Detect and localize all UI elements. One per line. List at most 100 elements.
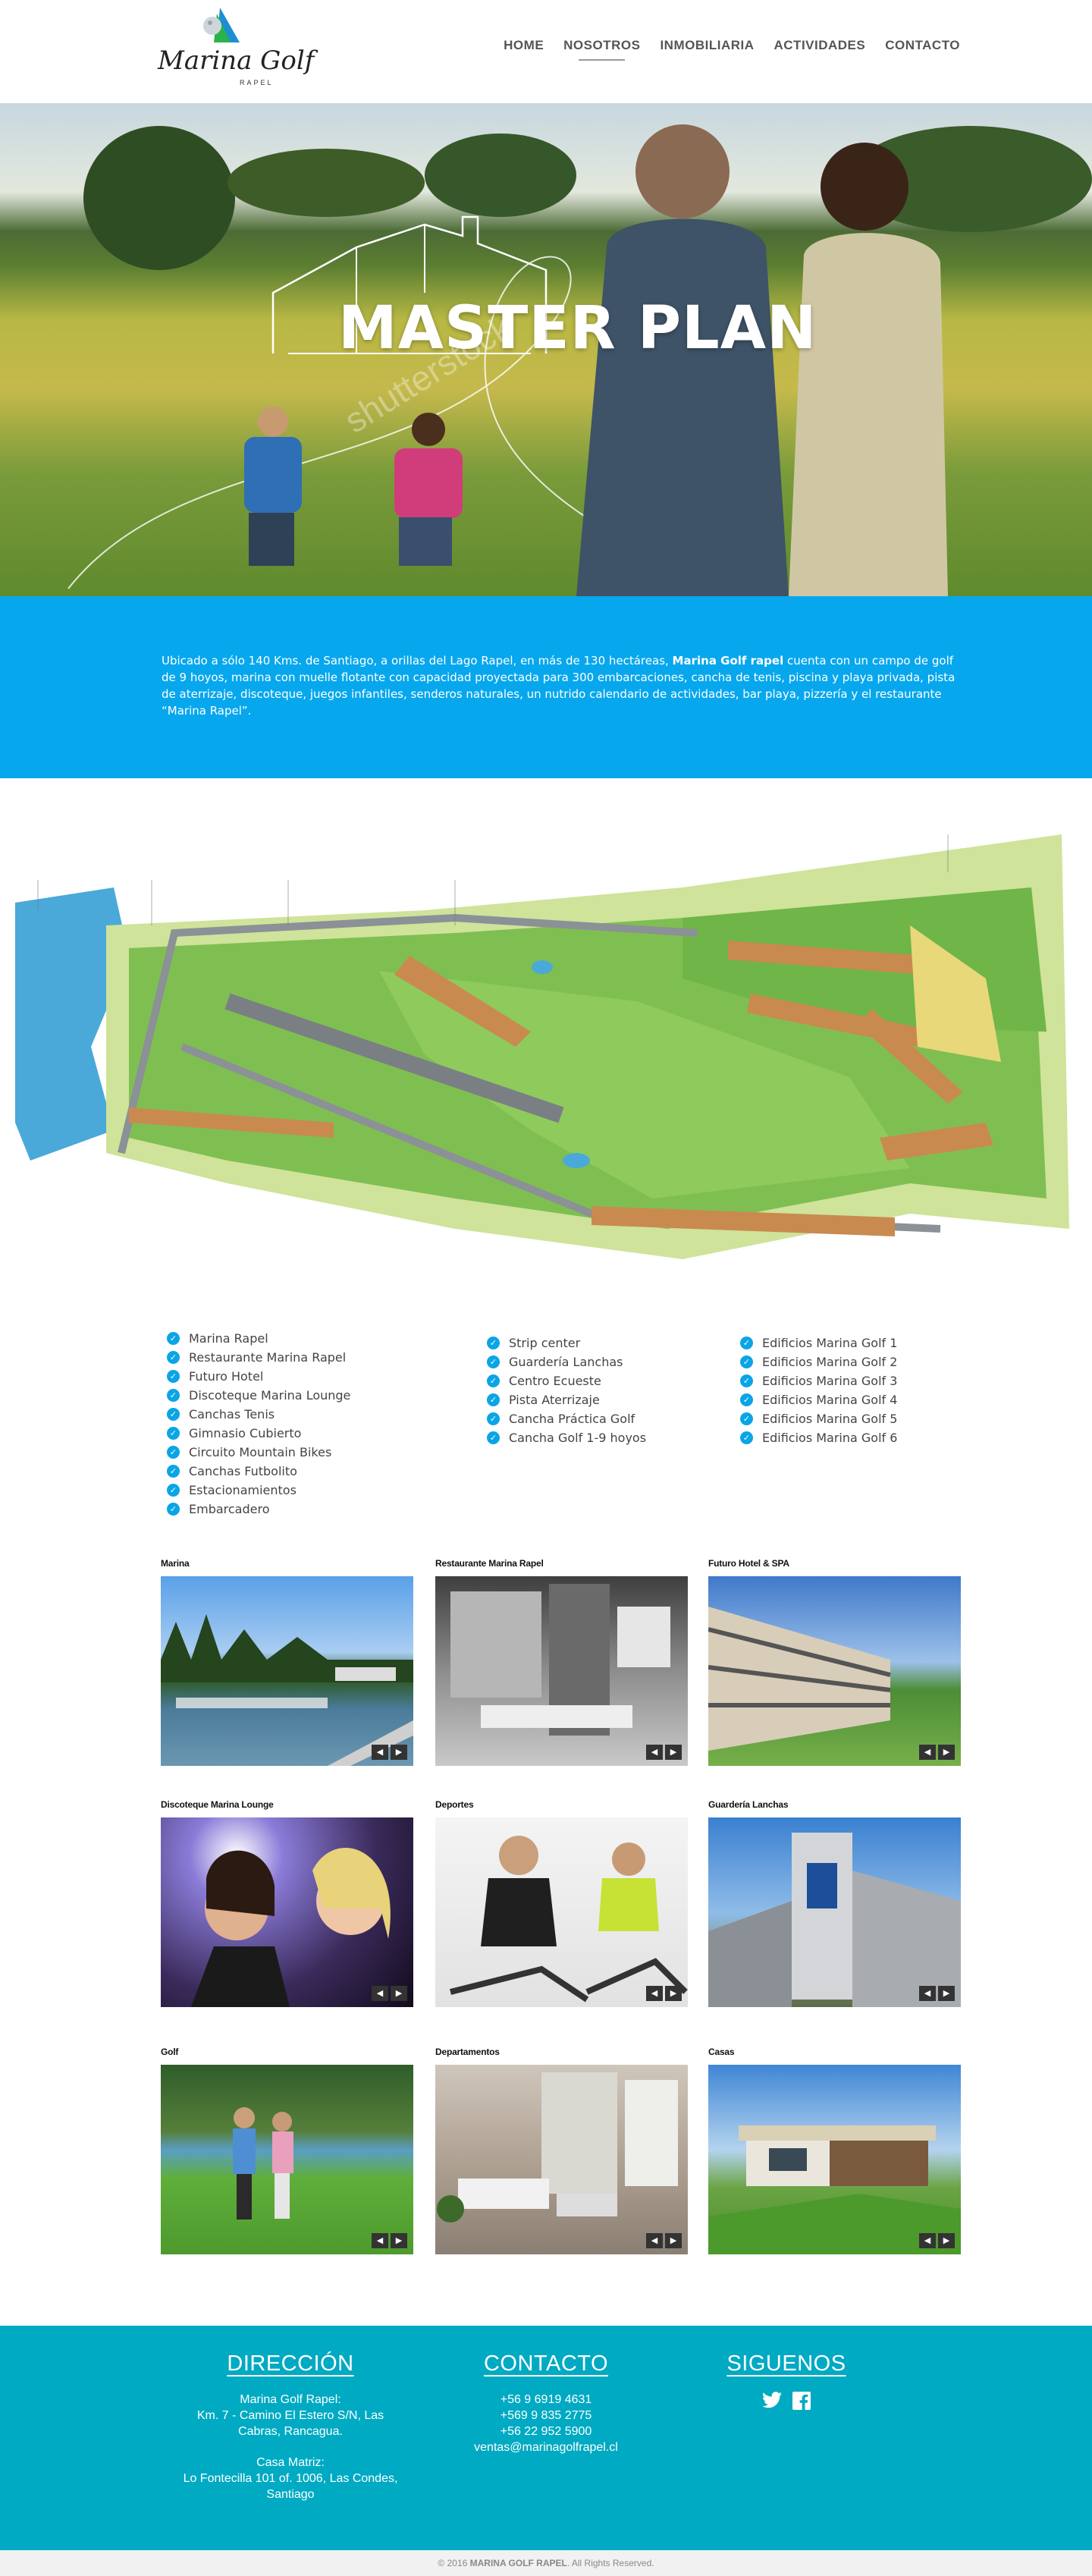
gallery-image[interactable]: ◀ ▶ xyxy=(435,1576,688,1766)
prev-arrow-icon[interactable]: ◀ xyxy=(919,1986,936,2001)
check-icon: ✓ xyxy=(740,1356,753,1368)
list-item: ✓ Embarcadero xyxy=(167,1500,350,1519)
prev-arrow-icon[interactable]: ◀ xyxy=(919,2233,936,2248)
list-item-label: Canchas Futbolito xyxy=(189,1464,297,1478)
map-illustration xyxy=(15,834,1069,1259)
list-item: ✓ Edificios Marina Golf 6 xyxy=(740,1428,897,1447)
facebook-icon[interactable] xyxy=(792,2392,811,2410)
copyright-prefix: © 2016 xyxy=(438,2558,470,2568)
footer-siguenos: SIGUENOS xyxy=(676,2351,896,2410)
address-label: Casa Matriz: xyxy=(256,2456,325,2469)
gallery-image[interactable]: ◀ ▶ xyxy=(708,1817,961,2007)
gallery-image[interactable]: ◀ ▶ xyxy=(708,2065,961,2254)
list-item-label: Discoteque Marina Lounge xyxy=(189,1388,351,1403)
prev-arrow-icon[interactable]: ◀ xyxy=(646,2233,663,2248)
house-photo xyxy=(708,2125,961,2254)
list-item-label: Edificios Marina Golf 1 xyxy=(762,1336,898,1350)
gallery-image[interactable]: ◀ ▶ xyxy=(435,2065,688,2254)
list-item: ✓ Centro Ecueste xyxy=(487,1371,646,1390)
phone-number[interactable]: +569 9 835 2775 xyxy=(436,2408,656,2424)
list-item: ✓ Canchas Futbolito xyxy=(167,1462,350,1481)
gallery-image[interactable]: ◀ ▶ xyxy=(161,2065,413,2254)
nav-nosotros[interactable]: NOSOTROS xyxy=(563,38,640,61)
next-arrow-icon[interactable]: ▶ xyxy=(391,1986,407,2001)
phone-number[interactable]: +56 9 6919 4631 xyxy=(436,2392,656,2408)
list-item-label: Marina Rapel xyxy=(189,1331,268,1346)
next-arrow-icon[interactable]: ▶ xyxy=(665,2233,682,2248)
next-arrow-icon[interactable]: ▶ xyxy=(938,1986,955,2001)
next-arrow-icon[interactable]: ▶ xyxy=(391,1745,407,1760)
gallery-image[interactable]: ◀ ▶ xyxy=(161,1576,413,1766)
footer-heading: CONTACTO xyxy=(483,2351,609,2376)
gallery-card-title: Deportes xyxy=(435,1799,474,1810)
check-icon: ✓ xyxy=(487,1374,500,1387)
address-text: Km. 7 - Camino El Estero S/N, Las Cabras… xyxy=(196,2409,384,2438)
list-item-label: Gimnasio Cubierto xyxy=(189,1426,302,1440)
footer-heading: DIRECCIÓN xyxy=(227,2351,354,2376)
address-text: Lo Fontecilla 101 of. 1006, Las Condes, … xyxy=(183,2472,398,2501)
copyright-bar: © 2016 MARINA GOLF RAPEL. All Rights Res… xyxy=(0,2550,1092,2576)
slider-controls: ◀ ▶ xyxy=(646,1745,682,1760)
gallery-image[interactable]: ◀ ▶ xyxy=(435,1817,688,2007)
list-item: ✓ Cancha Práctica Golf xyxy=(487,1409,646,1428)
check-icon: ✓ xyxy=(167,1332,180,1345)
check-icon: ✓ xyxy=(487,1356,500,1368)
logo[interactable]: Marina Golf RAPEL xyxy=(158,6,314,91)
gallery-image[interactable]: ◀ ▶ xyxy=(708,1576,961,1766)
prev-arrow-icon[interactable]: ◀ xyxy=(646,1986,663,2001)
next-arrow-icon[interactable]: ▶ xyxy=(391,2233,407,2248)
next-arrow-icon[interactable]: ▶ xyxy=(938,2233,955,2248)
page: Marina Golf RAPEL HOME NOSOTROS INMOBILI… xyxy=(0,0,1092,2576)
hero-title: MASTER PLAN xyxy=(338,294,817,363)
gallery-card-discoteque: Discoteque Marina Lounge ◀ ▶ xyxy=(161,1799,413,2007)
check-icon: ✓ xyxy=(487,1337,500,1349)
check-icon: ✓ xyxy=(740,1374,753,1387)
prev-arrow-icon[interactable]: ◀ xyxy=(919,1745,936,1760)
list-item-label: Pista Aterrizaje xyxy=(509,1393,600,1407)
master-plan-map xyxy=(0,804,1092,1290)
phone-number[interactable]: +56 22 952 5900 xyxy=(436,2424,656,2439)
prev-arrow-icon[interactable]: ◀ xyxy=(372,1986,388,2001)
gallery-card-casas: Casas ◀ ▶ xyxy=(708,2047,961,2254)
list-item-label: Edificios Marina Golf 4 xyxy=(762,1393,898,1407)
logo-icon xyxy=(203,8,240,42)
list-item-label: Cancha Práctica Golf xyxy=(509,1412,635,1426)
slider-controls: ◀ ▶ xyxy=(919,1986,955,2001)
list-item: ✓ Edificios Marina Golf 1 xyxy=(740,1334,897,1352)
next-arrow-icon[interactable]: ▶ xyxy=(938,1745,955,1760)
nav-contacto[interactable]: CONTACTO xyxy=(885,38,960,61)
list-item: ✓ Guardería Lanchas xyxy=(487,1352,646,1371)
disco-photo xyxy=(191,1848,391,2007)
next-arrow-icon[interactable]: ▶ xyxy=(665,1986,682,2001)
next-arrow-icon[interactable]: ▶ xyxy=(665,1745,682,1760)
prev-arrow-icon[interactable]: ◀ xyxy=(646,1745,663,1760)
prev-arrow-icon[interactable]: ◀ xyxy=(372,2233,388,2248)
nav-inmobiliaria[interactable]: INMOBILIARIA xyxy=(660,38,754,61)
gallery-image[interactable]: ◀ ▶ xyxy=(161,1817,413,2007)
list-item-label: Estacionamientos xyxy=(189,1483,297,1497)
nav-home[interactable]: HOME xyxy=(504,38,544,61)
intro-text-bold: Marina Golf rapel xyxy=(672,654,784,668)
list-item: ✓ Marina Rapel xyxy=(167,1329,350,1348)
prev-arrow-icon[interactable]: ◀ xyxy=(372,1745,388,1760)
gallery-card-title: Departamentos xyxy=(435,2047,500,2057)
list-item-label: Edificios Marina Golf 5 xyxy=(762,1412,898,1426)
list-item-label: Guardería Lanchas xyxy=(509,1355,623,1369)
gallery-card-guarderia: Guardería Lanchas ◀ ▶ xyxy=(708,1799,961,2007)
email-link[interactable]: ventas@marinagolfrapel.cl xyxy=(436,2439,656,2455)
list-item: ✓ Strip center xyxy=(487,1334,646,1352)
list-item: ✓ Circuito Mountain Bikes xyxy=(167,1443,350,1462)
check-icon: ✓ xyxy=(740,1393,753,1406)
check-icon: ✓ xyxy=(740,1337,753,1349)
slider-controls: ◀ ▶ xyxy=(372,2233,407,2248)
footer-heading: SIGUENOS xyxy=(726,2351,846,2376)
amenities-col-1: ✓ Marina Rapel ✓ Restaurante Marina Rapel … xyxy=(167,1329,350,1519)
check-icon: ✓ xyxy=(740,1431,753,1444)
list-item: ✓ Cancha Golf 1-9 hoyos xyxy=(487,1428,646,1447)
copyright-suffix: . All Rights Reserved. xyxy=(566,2558,654,2568)
nav-actividades[interactable]: ACTIVIDADES xyxy=(774,38,866,61)
gallery-card-hotel: Futuro Hotel & SPA ◀ ▶ xyxy=(708,1558,961,1766)
hotel-photo xyxy=(708,1607,891,1751)
list-item: ✓ Edificios Marina Golf 4 xyxy=(740,1390,897,1409)
twitter-icon[interactable] xyxy=(762,2392,782,2408)
